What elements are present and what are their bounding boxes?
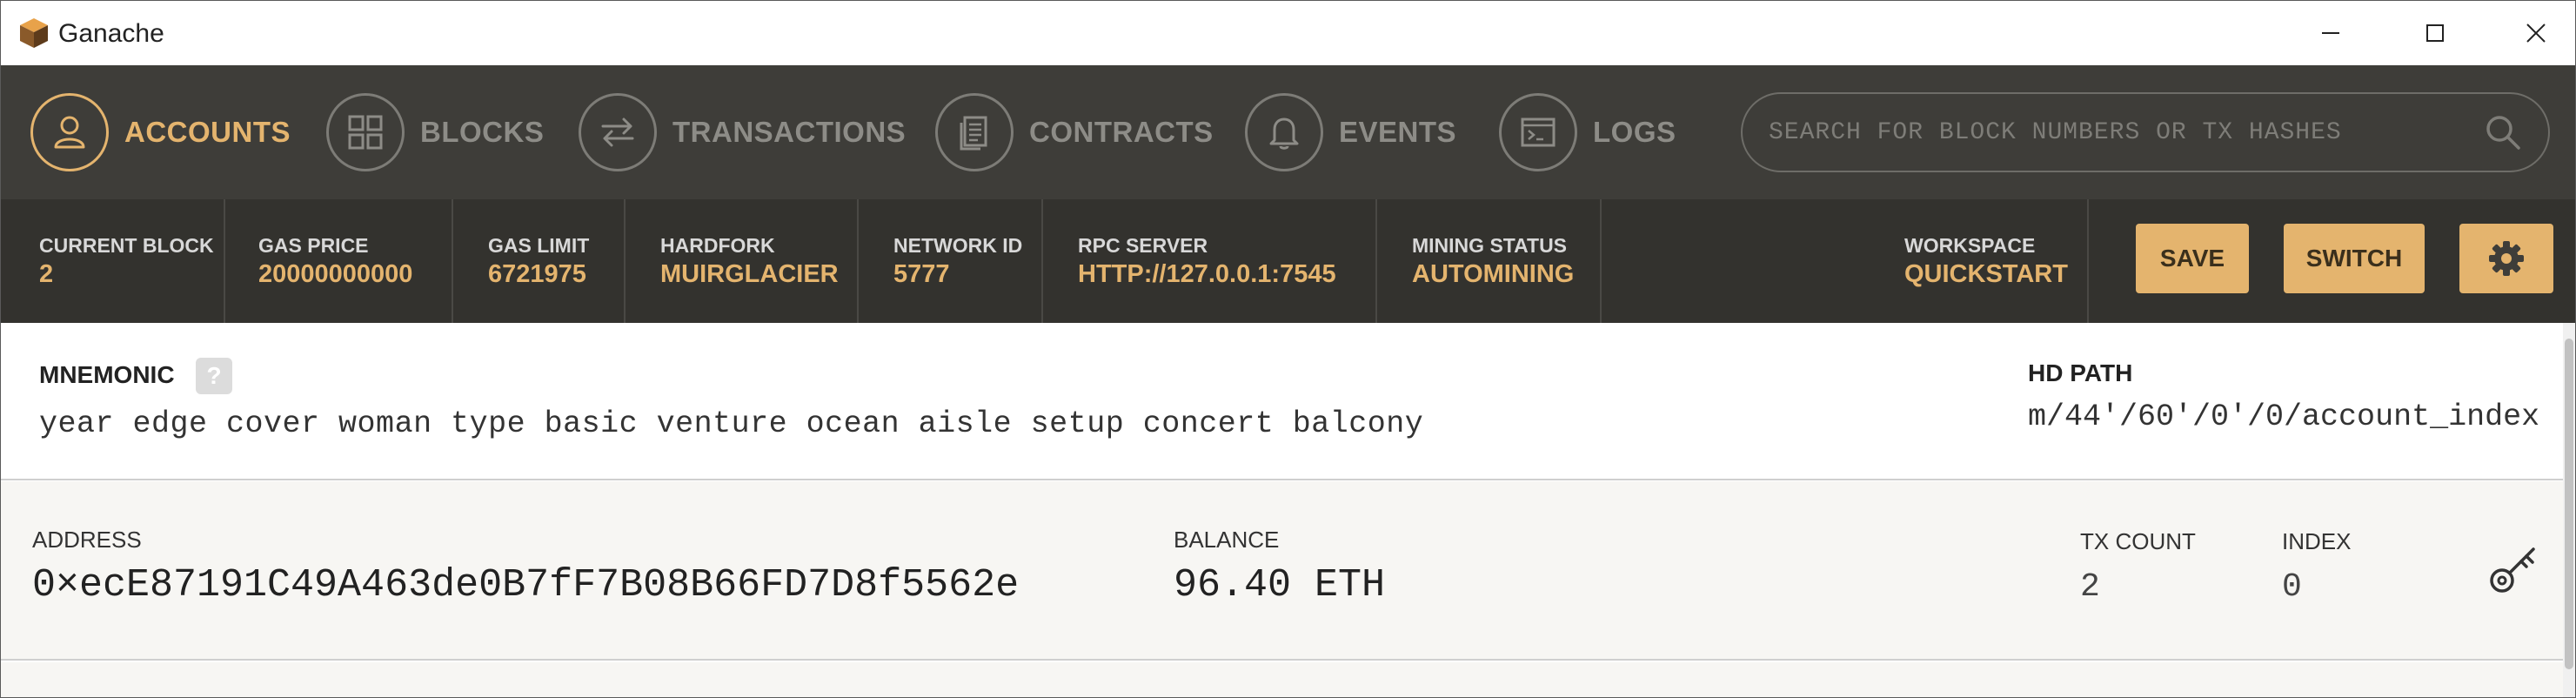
account-row[interactable]: ADDRESS 0×ecE87191C49A463de0B7fF7B08B66F… <box>1 481 2575 661</box>
hd-path-label: HD PATH <box>2028 359 2133 386</box>
stat-rpc-server: RPC SERVER HTTP://127.0.0.1:7545 <box>1078 234 1336 288</box>
stat-current-block: CURRENT BLOCK 2 <box>39 234 214 288</box>
maximize-icon <box>2426 24 2444 42</box>
ganache-logo-icon <box>20 18 48 48</box>
settings-button[interactable] <box>2459 224 2553 293</box>
nav-contracts[interactable]: CONTRACTS <box>935 65 1214 199</box>
close-button[interactable] <box>2486 1 2575 65</box>
nav-accounts[interactable]: ACCOUNTS <box>30 65 291 199</box>
nav-transactions[interactable]: TRANSACTIONS <box>579 65 906 199</box>
account-list-continued <box>1 662 2575 697</box>
account-index: 0 <box>2282 568 2302 606</box>
key-icon[interactable] <box>2485 540 2542 598</box>
nav-transactions-label: TRANSACTIONS <box>672 116 907 148</box>
nav-blocks-label: BLOCKS <box>420 116 545 148</box>
search-input[interactable] <box>1769 118 2447 146</box>
maximize-button[interactable] <box>2385 1 2486 65</box>
nav-logs-label: LOGS <box>1593 116 1676 148</box>
stat-workspace: WORKSPACE QUICKSTART <box>1904 234 2068 288</box>
address-label: ADDRESS <box>32 527 142 553</box>
nav-events[interactable]: EVENTS <box>1245 65 1456 199</box>
tx-count-label: TX COUNT <box>2080 528 2196 554</box>
save-button[interactable]: SAVE <box>2136 224 2249 293</box>
stat-gas-limit: GAS LIMIT 6721975 <box>488 234 590 288</box>
nav-accounts-label: ACCOUNTS <box>124 116 291 148</box>
account-tx-count: 2 <box>2080 568 2100 606</box>
bell-icon <box>1269 117 1299 150</box>
swap-arrows-icon <box>601 117 634 147</box>
stat-network-id: NETWORK ID 5777 <box>893 234 1023 288</box>
gear-icon <box>2489 241 2524 276</box>
window-title: Ganache <box>58 19 164 48</box>
nav-contracts-label: CONTRACTS <box>1029 116 1214 148</box>
nav-events-label: EVENTS <box>1339 116 1457 148</box>
nav-blocks[interactable]: BLOCKS <box>326 65 544 199</box>
mnemonic-label: MNEMONIC <box>39 361 175 388</box>
switch-button[interactable]: SWITCH <box>2284 224 2425 293</box>
title-bar: Ganache <box>1 1 2575 65</box>
balance-label: BALANCE <box>1174 527 1280 553</box>
mnemonic-words: year edge cover woman type basic venture… <box>39 406 1424 441</box>
minimize-icon <box>2322 32 2339 34</box>
stat-hardfork: HARDFORK MUIRGLACIER <box>660 234 839 288</box>
terminal-icon <box>1521 117 1556 147</box>
mnemonic-panel: MNEMONIC ? year edge cover woman type ba… <box>1 323 2575 480</box>
nav-logs[interactable]: LOGS <box>1499 65 1676 199</box>
minimize-button[interactable] <box>2280 1 2381 65</box>
user-icon <box>54 116 85 149</box>
document-icon <box>960 116 987 151</box>
close-icon <box>2526 23 2546 43</box>
status-bar: CURRENT BLOCK 2 GAS PRICE 20000000000 GA… <box>1 199 2575 323</box>
search-icon[interactable] <box>2482 111 2524 153</box>
stat-gas-price: GAS PRICE 20000000000 <box>258 234 413 288</box>
stat-mining-status: MINING STATUS AUTOMINING <box>1412 234 1575 288</box>
account-balance: 96.40 ETH <box>1174 563 1386 607</box>
grid-icon <box>348 115 383 150</box>
scrollbar-thumb[interactable] <box>2565 339 2573 669</box>
mnemonic-help-icon[interactable]: ? <box>196 358 232 394</box>
ganache-window: Ganache ACCOUNTS BLOCKS TRANSACTIONS CON… <box>0 0 2576 698</box>
main-nav: ACCOUNTS BLOCKS TRANSACTIONS CONTRACTS E… <box>1 65 2575 199</box>
hd-path-value: m/44'/60'/0'/0/account_index <box>2028 399 2540 434</box>
account-address: 0×ecE87191C49A463de0B7fF7B08B66FD7D8f556… <box>32 563 1020 607</box>
index-label: INDEX <box>2282 528 2352 554</box>
search-box <box>1741 92 2550 172</box>
